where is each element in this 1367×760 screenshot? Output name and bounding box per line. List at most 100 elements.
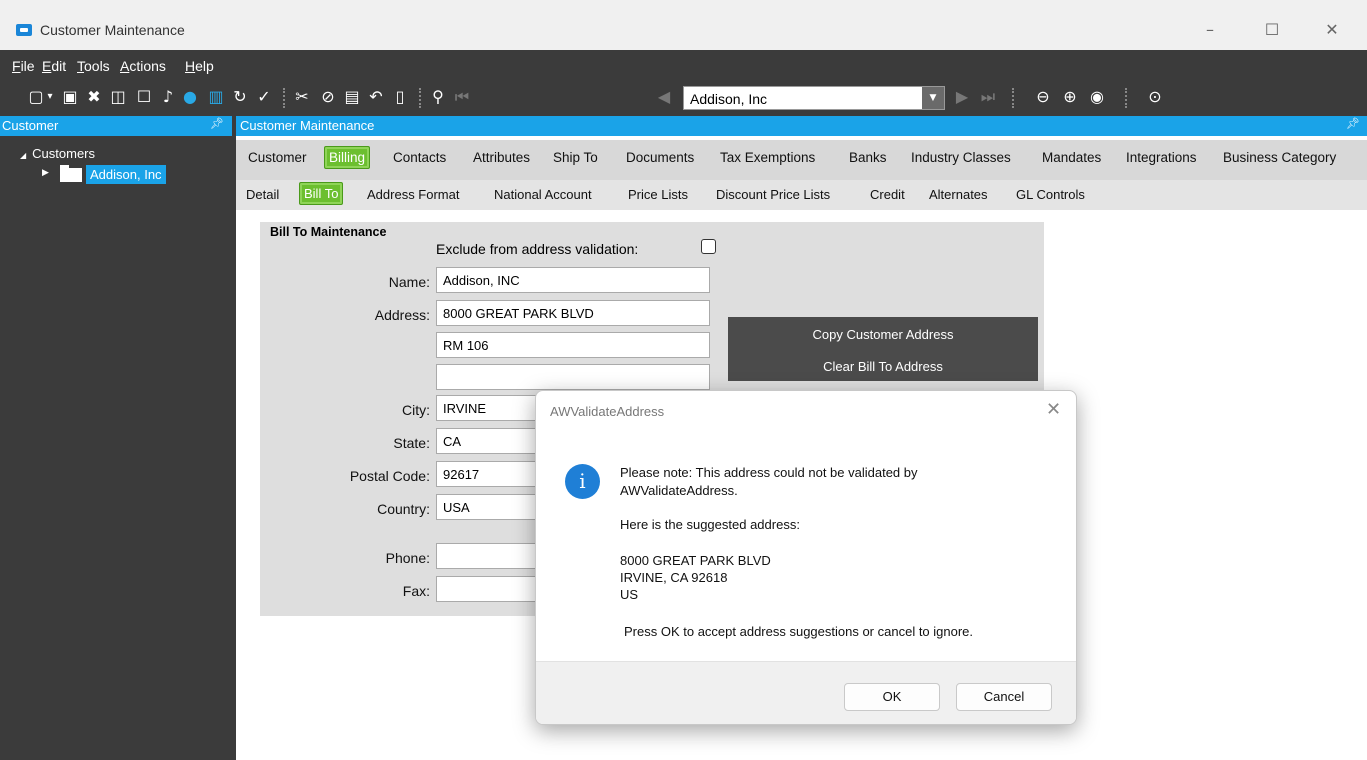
customer-tree-panel: ◢ Customers ▶ Addison, Inc: [0, 136, 232, 760]
tab-ship-to[interactable]: Ship To: [553, 150, 598, 165]
subtab-address-format[interactable]: Address Format: [367, 187, 459, 202]
tab-industry-classes[interactable]: Industry Classes: [911, 150, 1011, 165]
tree-node-customers[interactable]: ◢ Customers: [20, 146, 95, 161]
previous-record-icon[interactable]: ◀: [654, 86, 674, 108]
menu-tools[interactable]: Tools: [77, 58, 110, 74]
tab-business-category[interactable]: Business Category: [1223, 150, 1336, 165]
fax-label: Fax:: [402, 583, 430, 599]
maximize-button[interactable]: ☐: [1258, 18, 1286, 42]
pin-icon[interactable]: 📌︎: [210, 117, 224, 130]
database-icon[interactable]: ▥: [206, 86, 226, 108]
pin-icon[interactable]: 📌︎: [1346, 117, 1360, 130]
undo-icon[interactable]: ↶: [366, 86, 386, 108]
tab-billing[interactable]: Billing: [324, 146, 371, 169]
tab-mandates[interactable]: Mandates: [1042, 150, 1101, 165]
validate-address-dialog: AWValidateAddress ✕ i Please note: This …: [535, 390, 1077, 725]
subtab-discount-price-lists[interactable]: Discount Price Lists: [716, 187, 830, 202]
subtab-bill-to[interactable]: Bill To: [299, 182, 344, 205]
new-dropdown-icon[interactable]: ▾: [44, 86, 56, 108]
toolbar-separator: [419, 88, 421, 108]
suggested-address-line1: 8000 GREAT PARK BLVD: [620, 553, 771, 568]
customer-panel-header: Customer 📌︎: [0, 116, 232, 136]
save-icon[interactable]: ▣: [60, 86, 80, 108]
customer-panel-title: Customer: [2, 118, 59, 133]
exclude-validation-label: Exclude from address validation:: [436, 241, 639, 257]
menu-actions[interactable]: Actions: [120, 58, 166, 74]
record-selector[interactable]: Addison, Inc ▼: [683, 86, 945, 110]
maintenance-panel-title: Customer Maintenance: [240, 118, 375, 133]
spell-check-icon[interactable]: ✓: [254, 86, 274, 108]
name-field[interactable]: Addison, INC: [436, 267, 710, 293]
find-icon[interactable]: ⚲: [428, 86, 448, 108]
toolbar-separator: [1012, 88, 1014, 108]
next-record-icon[interactable]: ▶: [952, 86, 972, 108]
tab-documents[interactable]: Documents: [626, 150, 694, 165]
home-icon[interactable]: ◉: [1087, 86, 1107, 108]
minimize-button[interactable]: –: [1196, 18, 1224, 42]
cut-icon[interactable]: ✂: [292, 86, 312, 108]
subtab-price-lists[interactable]: Price Lists: [628, 187, 688, 202]
expanded-triangle-icon[interactable]: ◢: [20, 151, 26, 160]
subtab-credit[interactable]: Credit: [870, 187, 905, 202]
tab-contacts[interactable]: Contacts: [393, 150, 446, 165]
tree-node-label[interactable]: Addison, Inc: [86, 165, 166, 184]
menu-help[interactable]: Help: [185, 58, 214, 74]
dialog-message-line1: Please note: This address could not be v…: [620, 465, 918, 480]
close-window-button[interactable]: ✕: [1318, 18, 1346, 42]
chevron-down-icon[interactable]: ▼: [922, 87, 944, 109]
first-record-icon[interactable]: ⏮: [452, 86, 472, 108]
dialog-footer: OK Cancel: [536, 661, 1076, 724]
close-icon[interactable]: ✕: [1046, 399, 1061, 420]
collapsed-triangle-icon[interactable]: ▶: [42, 168, 49, 178]
tab-integrations[interactable]: Integrations: [1126, 150, 1197, 165]
delete-icon[interactable]: ✖: [84, 86, 104, 108]
exclude-validation-checkbox[interactable]: [701, 239, 716, 254]
tab-attributes[interactable]: Attributes: [473, 150, 530, 165]
tab-customer[interactable]: Customer: [248, 150, 307, 165]
menu-bar: File Edit Tools Actions Help: [0, 50, 1367, 82]
copy-customer-address-button[interactable]: Copy Customer Address: [728, 327, 1038, 342]
cancel-button[interactable]: Cancel: [956, 683, 1052, 711]
menu-edit[interactable]: Edit: [42, 58, 66, 74]
suggested-address-line2: IRVINE, CA 92618: [620, 570, 728, 585]
subtab-detail[interactable]: Detail: [246, 187, 279, 202]
paste-icon[interactable]: ▤: [342, 86, 362, 108]
note-icon[interactable]: ☐: [134, 86, 154, 108]
clipboard-icon[interactable]: ▯: [390, 86, 410, 108]
tab-banks[interactable]: Banks: [849, 150, 887, 165]
record-selector-value: Addison, Inc: [690, 91, 768, 107]
address-line3-field[interactable]: [436, 364, 710, 390]
back-icon[interactable]: ⊖: [1033, 86, 1053, 108]
phone-label: Phone:: [385, 550, 430, 566]
toolbar: ▢ ▾ ▣ ✖ ◫ ☐ ♪ ● ▥ ↻ ✓ ✂ ⊘ ▤ ↶ ▯ ⚲ ⏮ ◀ Ad…: [0, 82, 1367, 114]
attach-icon[interactable]: ⊘: [318, 86, 338, 108]
run-icon[interactable]: ⊙: [1145, 86, 1165, 108]
info-icon: i: [565, 464, 600, 499]
ok-button[interactable]: OK: [844, 683, 940, 711]
title-bar: Customer Maintenance – ☐ ✕: [0, 0, 1367, 50]
menu-file[interactable]: File: [12, 58, 35, 74]
new-icon[interactable]: ▢: [26, 86, 46, 108]
toolbar-separator: [1125, 88, 1127, 108]
maintenance-panel-header: Customer Maintenance 📌︎: [236, 116, 1367, 136]
country-label: Country:: [377, 501, 430, 517]
toolbar-separator: [283, 88, 285, 108]
chat-icon[interactable]: ●: [180, 86, 200, 108]
lookup-icon[interactable]: ◫: [108, 86, 128, 108]
name-label: Name:: [388, 274, 430, 290]
link-icon[interactable]: ♪: [158, 86, 178, 108]
address-label: Address:: [374, 307, 430, 323]
forward-icon[interactable]: ⊕: [1060, 86, 1080, 108]
refresh-icon[interactable]: ↻: [230, 86, 250, 108]
address-line2-field[interactable]: RM 106: [436, 332, 710, 358]
dialog-suggest-heading: Here is the suggested address:: [620, 517, 800, 532]
state-label: State:: [393, 435, 430, 451]
last-record-icon[interactable]: ⏭: [978, 86, 998, 108]
address-line1-field[interactable]: 8000 GREAT PARK BLVD: [436, 300, 710, 326]
subtab-gl-controls[interactable]: GL Controls: [1016, 187, 1085, 202]
subtab-alternates[interactable]: Alternates: [929, 187, 988, 202]
clear-bill-to-address-button[interactable]: Clear Bill To Address: [728, 359, 1038, 374]
suggested-address-line3: US: [620, 587, 639, 602]
subtab-national-account[interactable]: National Account: [494, 187, 592, 202]
tab-tax-exemptions[interactable]: Tax Exemptions: [720, 150, 815, 165]
